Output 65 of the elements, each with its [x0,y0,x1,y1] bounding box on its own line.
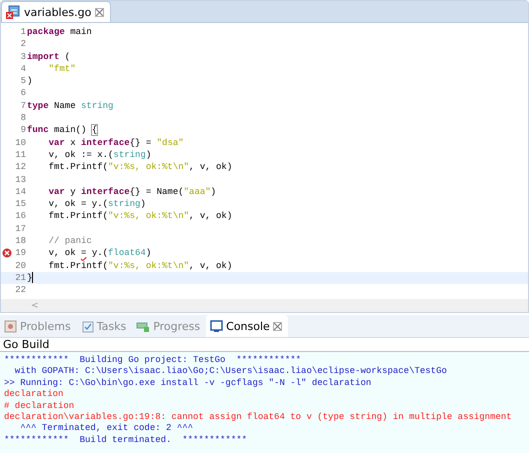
code-line: package main [27,26,92,38]
line-number: 10 [15,136,27,149]
line-number: 2 [20,38,27,51]
panel-tab[interactable]: Problems [0,315,77,337]
console-line: ************ Building Go project: TestGo ************ [4,355,302,366]
tab-label: Problems [20,320,71,332]
panel-tab[interactable]: Progress [132,315,206,337]
code-line: fmt.Printf("v:%s, ok:%t\n", v, ok) [48,260,232,272]
line-number: 16 [15,210,27,223]
line-number: 18 [15,235,27,248]
close-icon[interactable] [272,322,282,330]
panel-tab[interactable]: Console [206,315,288,337]
code-line: fmt.Printf("v:%s, ok:%t\n", v, ok) [48,161,232,174]
code-line: v, ok := x.(string) [48,148,152,162]
code-line: v, ok = y.(float64) [48,247,152,260]
problems-icon [4,320,17,332]
console-title: Go Build [0,338,529,352]
editor-tab[interactable]: variables.go [1,1,112,22]
line-number: 15 [15,198,27,210]
code-line: // panic [48,235,92,248]
line-number: 22 [15,284,27,297]
line-number: 19 [15,247,27,260]
code-line: ) [27,75,32,88]
code-line: fmt.Printf("v:%s, ok:%t\n", v, ok) [48,210,232,223]
line-number: 5 [20,75,27,88]
close-icon[interactable] [95,8,104,16]
code-line: func main() { [27,124,98,137]
code-line: var y interface{} = Name("aaa") [48,186,216,198]
line-number: 7 [20,100,27,112]
console-line: declaration [4,389,64,401]
console-line: with GOPATH: C:\Users\isaac.liao\Go;C:\Users\isaac.liao\eclipse-workspace\TestGo [14,366,448,378]
line-number: 12 [15,161,27,174]
console-line: declaration\variables.go:19:8: cannot assign float64 to v (type string) in multiple assignment [4,412,513,424]
code-line: var x interface{} = "dsa" [48,136,184,149]
line-number: 17 [15,222,27,236]
line-number: 3 [20,50,27,63]
line-number: 21 [15,272,27,284]
line-number: 4 [20,62,27,76]
console-line: >> Running: C:\Go\bin\go.exe install -v -gcflags "-N -l" declaration [4,378,372,390]
progress-icon [136,320,150,332]
console-line: ^^^ Terminated, exit code: 2 ^^^ [19,423,194,435]
horizontal-scrollbar[interactable]: < [1,299,528,312]
line-number: 8 [20,112,27,124]
line-number: 11 [15,148,27,162]
scroll-left-arrow[interactable]: < [31,300,39,310]
panel-tab[interactable]: Tasks [76,315,132,337]
line-number: 6 [20,87,27,100]
console-line: ************ Build terminated. ************ [4,434,248,446]
code-line: v, ok = y.(string) [48,198,146,210]
code-line: "fmt" [48,62,76,76]
line-number: 13 [15,174,27,186]
code-line: import ( [27,50,70,63]
line-number: 20 [15,260,27,272]
tab-label: variables.go [24,6,92,18]
tab-label: Console [226,320,270,332]
console-icon [210,320,224,332]
code-line: } [27,272,34,284]
line-number: 14 [15,186,27,198]
console-line: # declaration [4,400,76,412]
clipboard-icon [80,320,94,332]
tab-label: Tasks [96,320,126,332]
tab-label: Progress [153,320,200,332]
code-line: type Name string [27,100,114,112]
line-number: 1 [20,26,27,38]
line-number: 9 [20,124,27,137]
